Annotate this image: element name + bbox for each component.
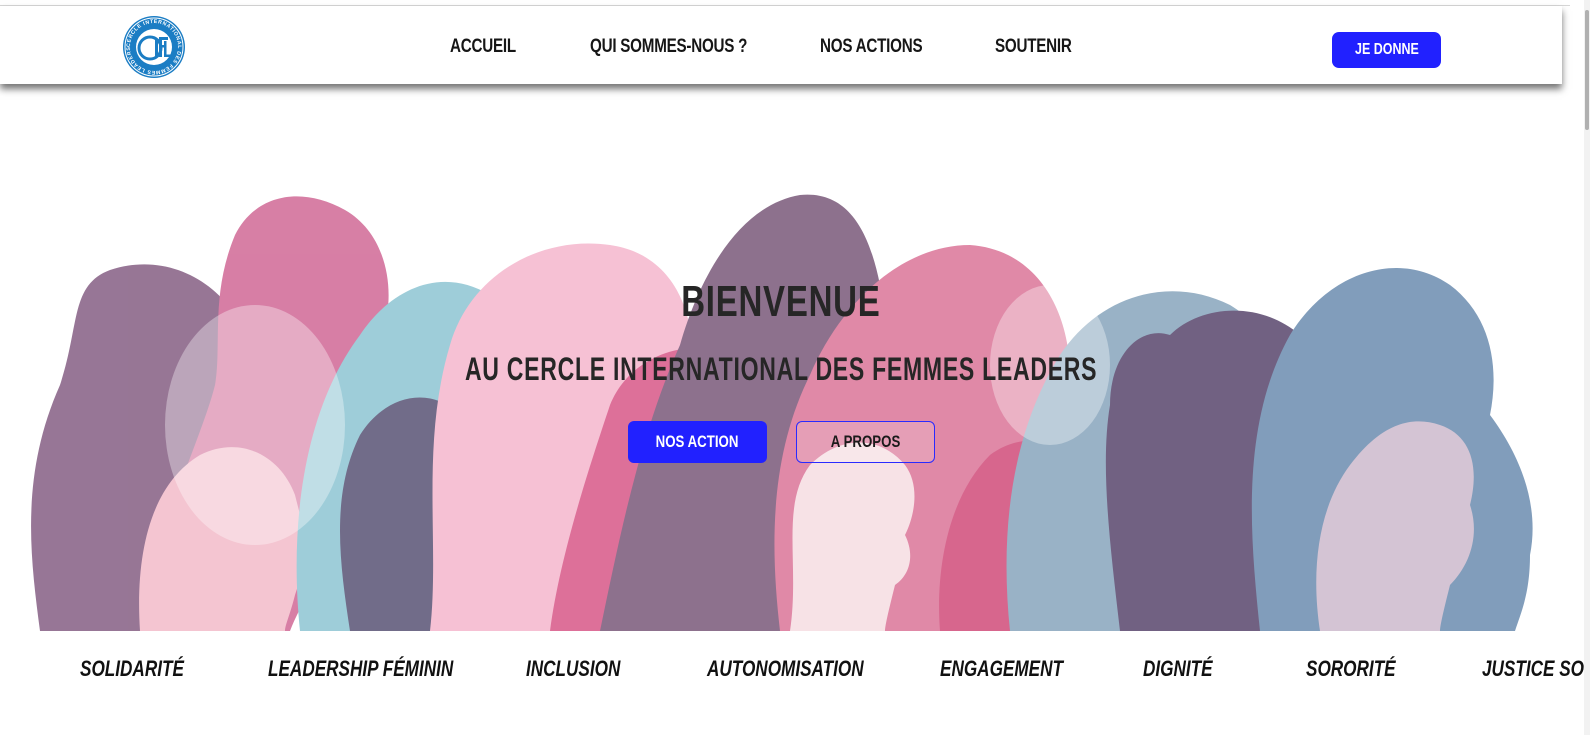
nav-qui-sommes-nous[interactable]: QUI SOMMES-NOUS ? — [590, 36, 747, 58]
cifl-logo[interactable]: CERCLE INTERNATIONAL DES FEMMES LEADERS — [122, 15, 186, 79]
value-item: LEADERSHIP FÉMININ — [268, 656, 454, 681]
value-item: INCLUSION — [526, 656, 621, 681]
donate-button-label: JE DONNE — [1354, 41, 1419, 58]
nav-accueil[interactable]: ACCUEIL — [450, 36, 516, 58]
nos-action-button-label: NOS ACTION — [656, 432, 739, 451]
a-propos-button[interactable]: A PROPOS — [796, 421, 935, 463]
value-item: DIGNITÉ — [1143, 656, 1213, 681]
hero-subtitle-text: AU CERCLE INTERNATIONAL DES FEMMES LEADE… — [464, 351, 1098, 387]
donate-button[interactable]: JE DONNE — [1332, 32, 1441, 68]
value-item: JUSTICE SOCIALE — [1482, 656, 1590, 681]
hero-title: BIENVENUE — [0, 277, 1562, 327]
page-scrollbar[interactable] — [1584, 0, 1590, 735]
value-item: SOLIDARITÉ — [80, 656, 184, 681]
hero-subtitle: AU CERCLE INTERNATIONAL DES FEMMES LEADE… — [0, 351, 1562, 388]
value-item: SORORITÉ — [1306, 656, 1396, 681]
scrollbar-thumb[interactable] — [1585, 10, 1589, 130]
nav-soutenir[interactable]: SOUTENIR — [995, 36, 1072, 58]
site-header: CERCLE INTERNATIONAL DES FEMMES LEADERS … — [0, 6, 1562, 84]
nav-nos-actions[interactable]: NOS ACTIONS — [820, 36, 923, 58]
hero-title-text: BIENVENUE — [681, 277, 881, 326]
page: CERCLE INTERNATIONAL DES FEMMES LEADERS … — [0, 0, 1590, 735]
value-item: AUTONOMISATION — [707, 656, 864, 681]
value-item: ENGAGEMENT — [940, 656, 1063, 681]
a-propos-button-label: A PROPOS — [830, 432, 901, 451]
values-ticker: SOLIDARITÉ LEADERSHIP FÉMININ INCLUSION … — [0, 631, 1590, 735]
cifl-logo-icon: CERCLE INTERNATIONAL DES FEMMES LEADERS — [123, 16, 185, 78]
nos-action-button[interactable]: NOS ACTION — [628, 421, 767, 463]
